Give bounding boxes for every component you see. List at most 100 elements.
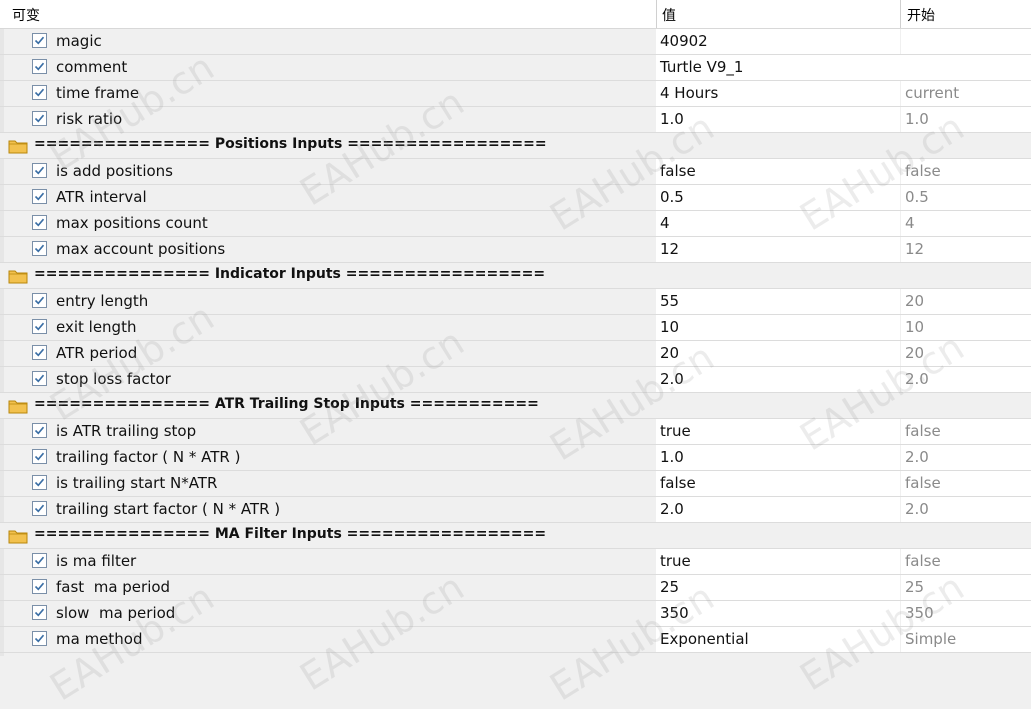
parameter-checkbox[interactable] [32, 319, 47, 334]
parameter-checkbox[interactable] [32, 33, 47, 48]
folder-icon[interactable] [8, 528, 28, 548]
parameter-row[interactable]: is trailing start N*ATR false false [0, 471, 1031, 497]
parameter-start[interactable]: 4 [901, 211, 1031, 236]
parameter-start[interactable]: 12 [901, 237, 1031, 262]
parameter-row[interactable]: exit length 10 10 [0, 315, 1031, 341]
group-header-row[interactable]: =============== Positions Inputs =======… [0, 133, 1031, 159]
parameter-value[interactable]: true [656, 419, 900, 444]
parameter-start[interactable]: current [901, 81, 1031, 106]
group-title: =============== Indicator Inputs =======… [34, 266, 546, 282]
parameter-checkbox[interactable] [32, 163, 47, 178]
parameter-checkbox[interactable] [32, 111, 47, 126]
header-variable[interactable]: 可变 [12, 5, 40, 25]
folder-icon[interactable] [8, 398, 28, 418]
parameter-value[interactable]: Turtle V9_1 [656, 55, 1031, 80]
parameter-start[interactable]: 2.0 [901, 445, 1031, 470]
parameter-checkbox[interactable] [32, 423, 47, 438]
parameter-row[interactable]: time frame 4 Hours current [0, 81, 1031, 107]
parameter-value[interactable]: 10 [656, 315, 900, 340]
parameter-value[interactable]: 2.0 [656, 367, 900, 392]
parameter-start[interactable]: 2.0 [901, 497, 1031, 522]
parameter-name: slow ma period [56, 604, 176, 622]
parameter-checkbox[interactable] [32, 371, 47, 386]
parameter-value[interactable]: false [656, 159, 900, 184]
parameter-checkbox[interactable] [32, 241, 47, 256]
parameter-start[interactable]: 0.5 [901, 185, 1031, 210]
parameter-value[interactable]: 4 [656, 211, 900, 236]
parameter-row[interactable]: comment Turtle V9_1 [0, 55, 1031, 81]
check-icon [34, 166, 45, 175]
parameter-value[interactable]: 2.0 [656, 497, 900, 522]
parameter-checkbox[interactable] [32, 189, 47, 204]
parameter-start[interactable]: 20 [901, 289, 1031, 314]
check-icon [34, 634, 45, 643]
header-value[interactable]: 值 [662, 5, 676, 25]
parameter-start[interactable] [901, 29, 1031, 54]
parameter-start[interactable]: 2.0 [901, 367, 1031, 392]
parameter-row[interactable]: stop loss factor 2.0 2.0 [0, 367, 1031, 393]
header-start[interactable]: 开始 [907, 5, 935, 25]
parameter-row[interactable]: risk ratio 1.0 1.0 [0, 107, 1031, 133]
parameter-name: ATR period [56, 344, 138, 362]
parameter-start[interactable]: false [901, 419, 1031, 444]
parameter-value[interactable]: false [656, 471, 900, 496]
parameter-row[interactable]: max account positions 12 12 [0, 237, 1031, 263]
group-header-row[interactable]: =============== ATR Trailing Stop Inputs… [0, 393, 1031, 419]
parameter-row[interactable]: ATR interval 0.5 0.5 [0, 185, 1031, 211]
group-header-row[interactable]: =============== MA Filter Inputs =======… [0, 523, 1031, 549]
parameter-row[interactable]: is add positions false false [0, 159, 1031, 185]
parameter-start[interactable]: 20 [901, 341, 1031, 366]
parameter-checkbox[interactable] [32, 579, 47, 594]
parameter-checkbox[interactable] [32, 215, 47, 230]
parameter-checkbox[interactable] [32, 553, 47, 568]
parameter-checkbox[interactable] [32, 605, 47, 620]
parameter-value[interactable]: true [656, 549, 900, 574]
parameter-value[interactable]: 12 [656, 237, 900, 262]
parameter-row[interactable]: ma method Exponential Simple [0, 627, 1031, 653]
parameter-value[interactable]: 4 Hours [656, 81, 900, 106]
parameter-checkbox[interactable] [32, 85, 47, 100]
parameter-row[interactable]: is ATR trailing stop true false [0, 419, 1031, 445]
parameter-row[interactable]: entry length 55 20 [0, 289, 1031, 315]
parameter-checkbox[interactable] [32, 501, 47, 516]
parameter-value[interactable]: 55 [656, 289, 900, 314]
folder-icon[interactable] [8, 268, 28, 288]
parameter-row[interactable]: fast ma period 25 25 [0, 575, 1031, 601]
parameter-start[interactable]: false [901, 471, 1031, 496]
parameter-start[interactable]: 1.0 [901, 107, 1031, 132]
parameter-checkbox[interactable] [32, 631, 47, 646]
parameter-checkbox[interactable] [32, 293, 47, 308]
check-icon [34, 322, 45, 331]
parameter-row[interactable]: slow ma period 350 350 [0, 601, 1031, 627]
parameter-start[interactable]: 25 [901, 575, 1031, 600]
parameter-start[interactable]: false [901, 549, 1031, 574]
column-separator[interactable] [900, 0, 901, 28]
parameter-checkbox[interactable] [32, 345, 47, 360]
parameter-row[interactable]: trailing factor ( N * ATR ) 1.0 2.0 [0, 445, 1031, 471]
parameter-start[interactable]: 10 [901, 315, 1031, 340]
parameter-row[interactable]: ATR period 20 20 [0, 341, 1031, 367]
parameter-value[interactable]: 20 [656, 341, 900, 366]
parameter-row[interactable]: trailing start factor ( N * ATR ) 2.0 2.0 [0, 497, 1031, 523]
parameter-row[interactable]: max positions count 4 4 [0, 211, 1031, 237]
parameters-grid: 可变 值 开始 magic 40902 comment Turtle V9_1 time… [0, 0, 1031, 653]
parameter-start[interactable]: false [901, 159, 1031, 184]
parameter-value[interactable]: 40902 [656, 29, 900, 54]
parameter-checkbox[interactable] [32, 475, 47, 490]
column-separator[interactable] [656, 0, 657, 28]
parameter-row[interactable]: is ma filter true false [0, 549, 1031, 575]
parameter-start[interactable]: 350 [901, 601, 1031, 626]
parameter-value[interactable]: 350 [656, 601, 900, 626]
parameter-value[interactable]: 1.0 [656, 107, 900, 132]
parameter-value[interactable]: 25 [656, 575, 900, 600]
folder-icon[interactable] [8, 138, 28, 158]
parameter-value[interactable]: 0.5 [656, 185, 900, 210]
parameter-row[interactable]: magic 40902 [0, 29, 1031, 55]
check-icon [34, 582, 45, 591]
parameter-value[interactable]: Exponential [656, 627, 900, 652]
parameter-value[interactable]: 1.0 [656, 445, 900, 470]
parameter-start[interactable]: Simple [901, 627, 1031, 652]
parameter-checkbox[interactable] [32, 449, 47, 464]
group-header-row[interactable]: =============== Indicator Inputs =======… [0, 263, 1031, 289]
parameter-checkbox[interactable] [32, 59, 47, 74]
